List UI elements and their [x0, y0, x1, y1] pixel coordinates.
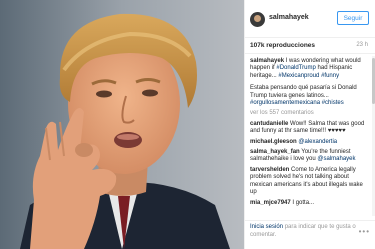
- avatar[interactable]: [250, 12, 265, 27]
- comment-username[interactable]: tarvershelden: [250, 167, 289, 173]
- comment-item: cantudanielle Wow!! Salma that was good …: [250, 120, 365, 135]
- post-panel: salmahayek Seguir 107k reproducciones 23…: [244, 0, 375, 249]
- mention[interactable]: @alexandertia: [298, 139, 337, 145]
- post-time[interactable]: 23 h: [356, 42, 368, 48]
- video-player[interactable]: [0, 0, 244, 249]
- view-all-comments-link[interactable]: ver los 557 comentarios: [245, 110, 373, 117]
- post-footer: Inicia sesión para indicar que te gusta …: [245, 220, 375, 249]
- post-header: salmahayek Seguir: [245, 0, 375, 38]
- views-count: 107k reproducciones: [250, 42, 316, 49]
- follow-button[interactable]: Seguir: [337, 11, 369, 25]
- comment-username[interactable]: michael.gleeson: [250, 139, 297, 145]
- instagram-embed: salmahayek Seguir 107k reproducciones 23…: [0, 0, 375, 249]
- hashtag[interactable]: #DonaldTrump: [276, 65, 315, 71]
- stats-bar: 107k reproducciones 23 h: [245, 38, 375, 54]
- caption: salmahayek I was wondering what would ha…: [250, 58, 361, 79]
- comment-username[interactable]: salma_hayek_fan: [250, 149, 300, 155]
- login-prompt: Inicia sesión para indicar que te gusta …: [250, 224, 356, 238]
- more-horizontal-icon[interactable]: •••: [359, 227, 370, 236]
- comment-item: mia_mjce7947 I gotta...: [250, 199, 315, 206]
- mention[interactable]: @salmahayek: [317, 156, 355, 162]
- comment-item: salma_hayek_fan You're the funniest salm…: [250, 149, 356, 163]
- video-frame-image: [0, 0, 244, 249]
- comment-username[interactable]: cantudanielle: [250, 121, 288, 127]
- caption-username[interactable]: salmahayek: [250, 58, 284, 64]
- comment-username[interactable]: mia_mjce7947: [250, 200, 291, 206]
- hashtag[interactable]: #Mexicanproud: [278, 73, 319, 79]
- login-link[interactable]: Inicia sesión: [250, 224, 283, 230]
- hashtag[interactable]: #chistes: [322, 100, 344, 106]
- comment-item: tarvershelden Come to America legally pr…: [250, 166, 363, 196]
- post-username[interactable]: salmahayek: [269, 14, 309, 21]
- caption-spanish: Estaba pensando qué pasaría si Donald Tr…: [250, 85, 357, 107]
- comments-list[interactable]: salmahayek I was wondering what would ha…: [245, 54, 373, 220]
- comment-item: michael.gleeson @alexandertia: [245, 139, 373, 146]
- hashtag[interactable]: #funny: [321, 73, 339, 79]
- hashtag[interactable]: #orgullosamentemexicana: [250, 100, 320, 106]
